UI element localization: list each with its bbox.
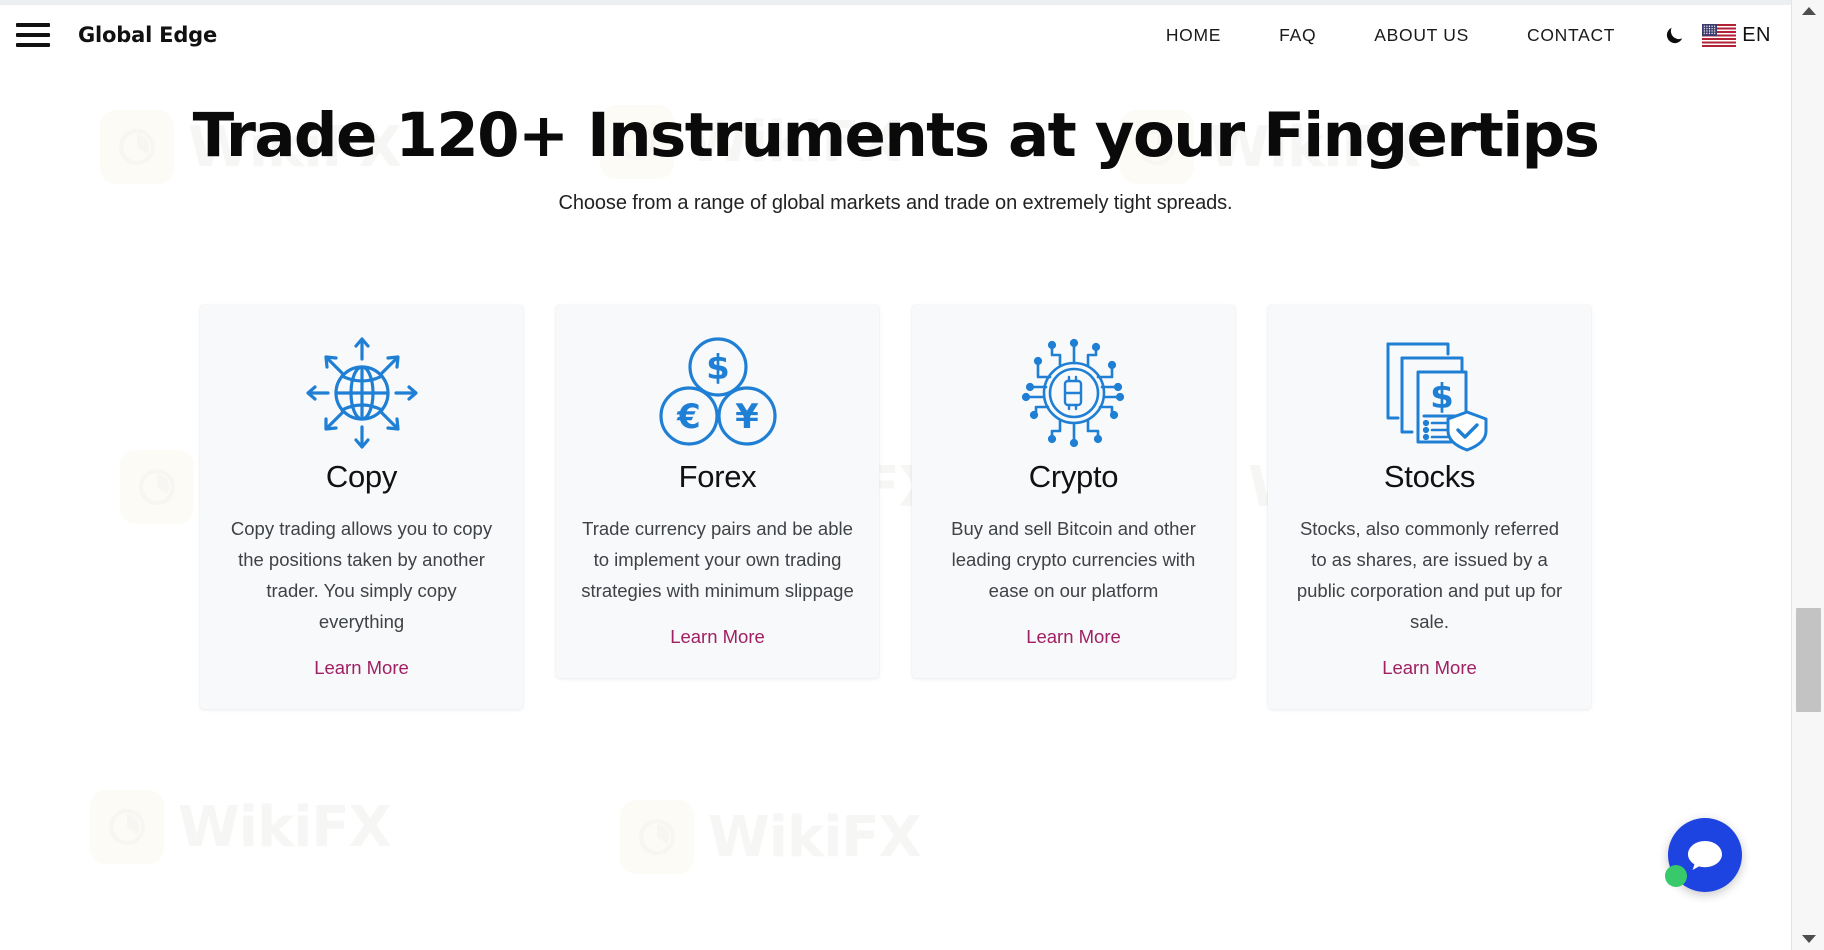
learn-more-link[interactable]: Learn More xyxy=(1382,657,1477,679)
card-title: Copy xyxy=(325,459,398,494)
hero-subtitle: Choose from a range of global markets an… xyxy=(558,192,1233,215)
chat-online-indicator xyxy=(1665,865,1687,887)
language-code-label: EN xyxy=(1742,23,1771,46)
card-copy[interactable]: Copy Copy trading allows you to copy the… xyxy=(200,305,523,709)
card-crypto[interactable]: Crypto Buy and sell Bitcoin and other le… xyxy=(912,305,1235,678)
card-forex[interactable]: $ € ¥ Forex Trade currency pairs and be … xyxy=(556,305,879,678)
svg-text:¥: ¥ xyxy=(735,397,759,437)
card-description: Stocks, also commonly referred to as sha… xyxy=(1296,518,1563,632)
bitcoin-circuit-icon xyxy=(1010,333,1138,453)
card-description: Buy and sell Bitcoin and other leading c… xyxy=(951,518,1196,601)
stock-documents-shield-icon: $ xyxy=(1366,333,1494,453)
nav-item-contact[interactable]: CONTACT xyxy=(1498,15,1644,56)
currency-coins-icon: $ € ¥ xyxy=(654,333,782,453)
learn-more-link[interactable]: Learn More xyxy=(1026,626,1121,648)
watermark-text: WikiFX xyxy=(708,804,922,870)
instrument-cards: Copy Copy trading allows you to copy the… xyxy=(0,305,1791,709)
site-header: Global Edge HOME FAQ ABOUT US CONTACT EN xyxy=(0,0,1791,70)
card-title: Crypto xyxy=(1028,459,1119,494)
page-root: WikiFX WikiFX WikiFX WikiFX WikiFX Globa… xyxy=(0,0,1824,950)
card-description: Trade currency pairs and be able to impl… xyxy=(581,518,854,601)
page-viewport: WikiFX WikiFX WikiFX WikiFX WikiFX Globa… xyxy=(0,0,1791,950)
window-top-edge xyxy=(0,0,1791,5)
scroll-up-arrow-icon[interactable] xyxy=(1792,0,1824,22)
watermark-badge-icon xyxy=(620,800,694,874)
hamburger-icon[interactable] xyxy=(16,20,50,50)
hero-section: Trade 120+ Instruments at your Fingertip… xyxy=(0,70,1791,215)
learn-more-link[interactable]: Learn More xyxy=(670,626,765,648)
svg-text:$: $ xyxy=(1430,377,1454,417)
card-title: Stocks xyxy=(1383,459,1476,494)
watermark-badge-icon xyxy=(90,790,164,864)
nav-item-faq[interactable]: FAQ xyxy=(1250,15,1345,56)
svg-text:€: € xyxy=(676,397,701,437)
page-title: Trade 120+ Instruments at your Fingertip… xyxy=(192,100,1600,171)
nav-item-home[interactable]: HOME xyxy=(1137,15,1250,56)
moon-icon[interactable] xyxy=(1660,20,1690,50)
main-navigation: HOME FAQ ABOUT US CONTACT EN xyxy=(1137,15,1791,56)
globe-arrows-icon xyxy=(298,333,426,453)
scrollbar-thumb[interactable] xyxy=(1796,608,1821,712)
us-flag-icon xyxy=(1702,23,1737,47)
watermark: WikiFX xyxy=(620,800,922,874)
learn-more-link[interactable]: Learn More xyxy=(314,657,409,679)
page-scrollbar[interactable] xyxy=(1791,0,1824,950)
brand-logo-text[interactable]: Global Edge xyxy=(78,23,217,47)
chat-widget-button[interactable] xyxy=(1665,818,1742,892)
language-selector[interactable]: EN xyxy=(1702,23,1777,47)
scroll-down-arrow-icon[interactable] xyxy=(1792,928,1824,950)
card-title: Forex xyxy=(678,459,757,494)
watermark-text: WikiFX xyxy=(178,794,392,860)
card-stocks[interactable]: $ Stocks Stocks, also commonly referred … xyxy=(1268,305,1591,709)
card-description: Copy trading allows you to copy the posi… xyxy=(230,518,493,632)
nav-item-about-us[interactable]: ABOUT US xyxy=(1345,15,1498,56)
svg-text:$: $ xyxy=(706,348,730,388)
watermark: WikiFX xyxy=(90,790,392,864)
